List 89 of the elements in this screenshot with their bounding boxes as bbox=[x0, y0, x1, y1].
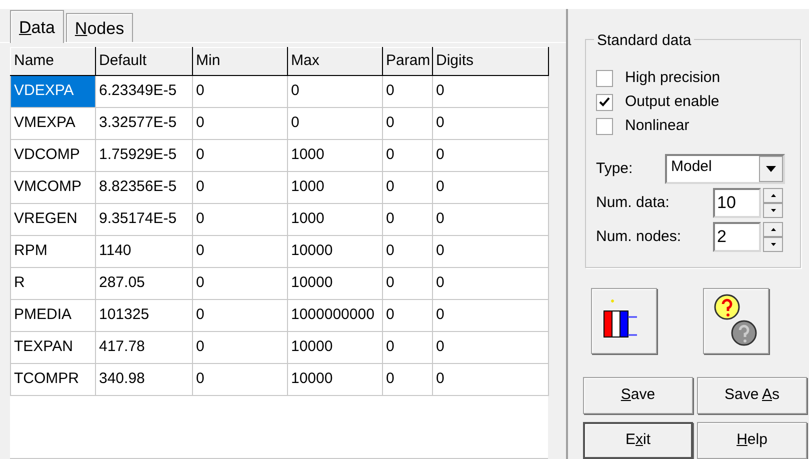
table-cell: PMEDIA bbox=[10, 300, 96, 332]
table-cell: 0 bbox=[192, 364, 288, 396]
table-cell: 0 bbox=[382, 140, 432, 172]
table-cell: 8.82356E-5 bbox=[96, 172, 192, 204]
table-cell: 1000 bbox=[288, 140, 382, 172]
table-cell: 10000 bbox=[288, 236, 382, 268]
table-cell: VMCOMP bbox=[10, 172, 96, 204]
table-cell: 0 bbox=[432, 236, 548, 268]
checkbox[interactable] bbox=[596, 94, 613, 110]
number-field[interactable]: 2 bbox=[713, 222, 761, 252]
field-label: Num. data: bbox=[596, 192, 670, 213]
table-cell: 0 bbox=[192, 172, 288, 204]
tab[interactable]: Nodes bbox=[66, 13, 134, 42]
table-cell: 0 bbox=[382, 332, 432, 364]
table-cell: 0 bbox=[288, 108, 382, 140]
table-cell: 0 bbox=[432, 204, 548, 236]
table-cell: RPM bbox=[10, 236, 96, 268]
table-cell: 0 bbox=[432, 332, 548, 364]
table-cell: 101325 bbox=[96, 300, 192, 332]
tab[interactable]: Data bbox=[10, 10, 64, 43]
table-cell: TCOMPR bbox=[10, 364, 96, 396]
checkbox-label: Output enable bbox=[625, 92, 720, 112]
table-cell: 1000 bbox=[288, 172, 382, 204]
table-cell: 1000 bbox=[288, 204, 382, 236]
table-cell: 0 bbox=[382, 268, 432, 300]
table-cell: 10000 bbox=[288, 332, 382, 364]
table-cell: 0 bbox=[192, 76, 288, 108]
dialog-button[interactable]: Save As bbox=[697, 377, 807, 414]
column-header[interactable]: Name bbox=[10, 48, 96, 76]
table-cell: 10000 bbox=[288, 364, 382, 396]
model-button[interactable] bbox=[591, 288, 657, 354]
table-cell: 0 bbox=[192, 108, 288, 140]
spin-buttons[interactable] bbox=[763, 188, 783, 218]
table-cell: VDCOMP bbox=[10, 140, 96, 172]
table-cell: 0 bbox=[192, 332, 288, 364]
dialog-button[interactable]: Exit bbox=[583, 422, 693, 459]
table-cell: 0 bbox=[192, 140, 288, 172]
table-cell: 0 bbox=[192, 268, 288, 300]
table-cell: 417.78 bbox=[96, 332, 192, 364]
checkbox-label: Nonlinear bbox=[625, 116, 690, 136]
table-cell: VMEXPA bbox=[10, 108, 96, 140]
table-cell: 1000000000 bbox=[288, 300, 382, 332]
spin-buttons[interactable] bbox=[763, 222, 783, 252]
table-cell: 0 bbox=[382, 108, 432, 140]
column-header[interactable]: Default bbox=[96, 48, 192, 76]
table-cell: 0 bbox=[432, 140, 548, 172]
table-cell: 0 bbox=[432, 300, 548, 332]
column-header[interactable]: Max bbox=[288, 48, 382, 76]
table-cell: 0 bbox=[288, 76, 382, 108]
column-header[interactable]: Min bbox=[192, 48, 288, 76]
table-cell: 0 bbox=[382, 204, 432, 236]
table-cell: 0 bbox=[382, 364, 432, 396]
table-cell: 1140 bbox=[96, 236, 192, 268]
table-cell: 0 bbox=[432, 364, 548, 396]
table-cell: 0 bbox=[382, 172, 432, 204]
table-cell: 0 bbox=[432, 108, 548, 140]
table-cell: 340.98 bbox=[96, 364, 192, 396]
column-header[interactable]: Param bbox=[382, 48, 432, 76]
table-cell: 1.75929E-5 bbox=[96, 140, 192, 172]
table-cell: 0 bbox=[382, 76, 432, 108]
type-label: Type: bbox=[596, 158, 634, 179]
table-cell: VDEXPA bbox=[10, 76, 96, 108]
dialog-button[interactable]: Help bbox=[697, 422, 807, 459]
table-cell: 6.23349E-5 bbox=[96, 76, 192, 108]
table-cell: 287.05 bbox=[96, 268, 192, 300]
number-field[interactable]: 10 bbox=[713, 188, 761, 218]
table-cell: 9.35174E-5 bbox=[96, 204, 192, 236]
table-cell: 0 bbox=[382, 236, 432, 268]
dialog-button[interactable]: Save bbox=[583, 377, 693, 414]
table-cell: 0 bbox=[192, 204, 288, 236]
table-cell: R bbox=[10, 268, 96, 300]
table-cell: TEXPAN bbox=[10, 332, 96, 364]
checkbox[interactable] bbox=[596, 70, 613, 86]
dropdown-arrow-icon bbox=[766, 166, 776, 172]
column-header[interactable]: Digits bbox=[432, 48, 548, 76]
table-cell: VREGEN bbox=[10, 204, 96, 236]
type-dropdown[interactable]: Model bbox=[665, 154, 785, 184]
field-label: Num. nodes: bbox=[596, 226, 682, 247]
table-cell: 0 bbox=[192, 236, 288, 268]
table-cell: 10000 bbox=[288, 268, 382, 300]
table-cell: 0 bbox=[432, 172, 548, 204]
table-cell: 0 bbox=[432, 268, 548, 300]
table-cell: 3.32577E-5 bbox=[96, 108, 192, 140]
table-cell: 0 bbox=[432, 76, 548, 108]
table-cell: 0 bbox=[382, 300, 432, 332]
table-cell: 0 bbox=[192, 300, 288, 332]
checkbox-label: High precision bbox=[625, 68, 720, 88]
checkbox[interactable] bbox=[596, 118, 613, 134]
help-button[interactable] bbox=[703, 288, 769, 354]
